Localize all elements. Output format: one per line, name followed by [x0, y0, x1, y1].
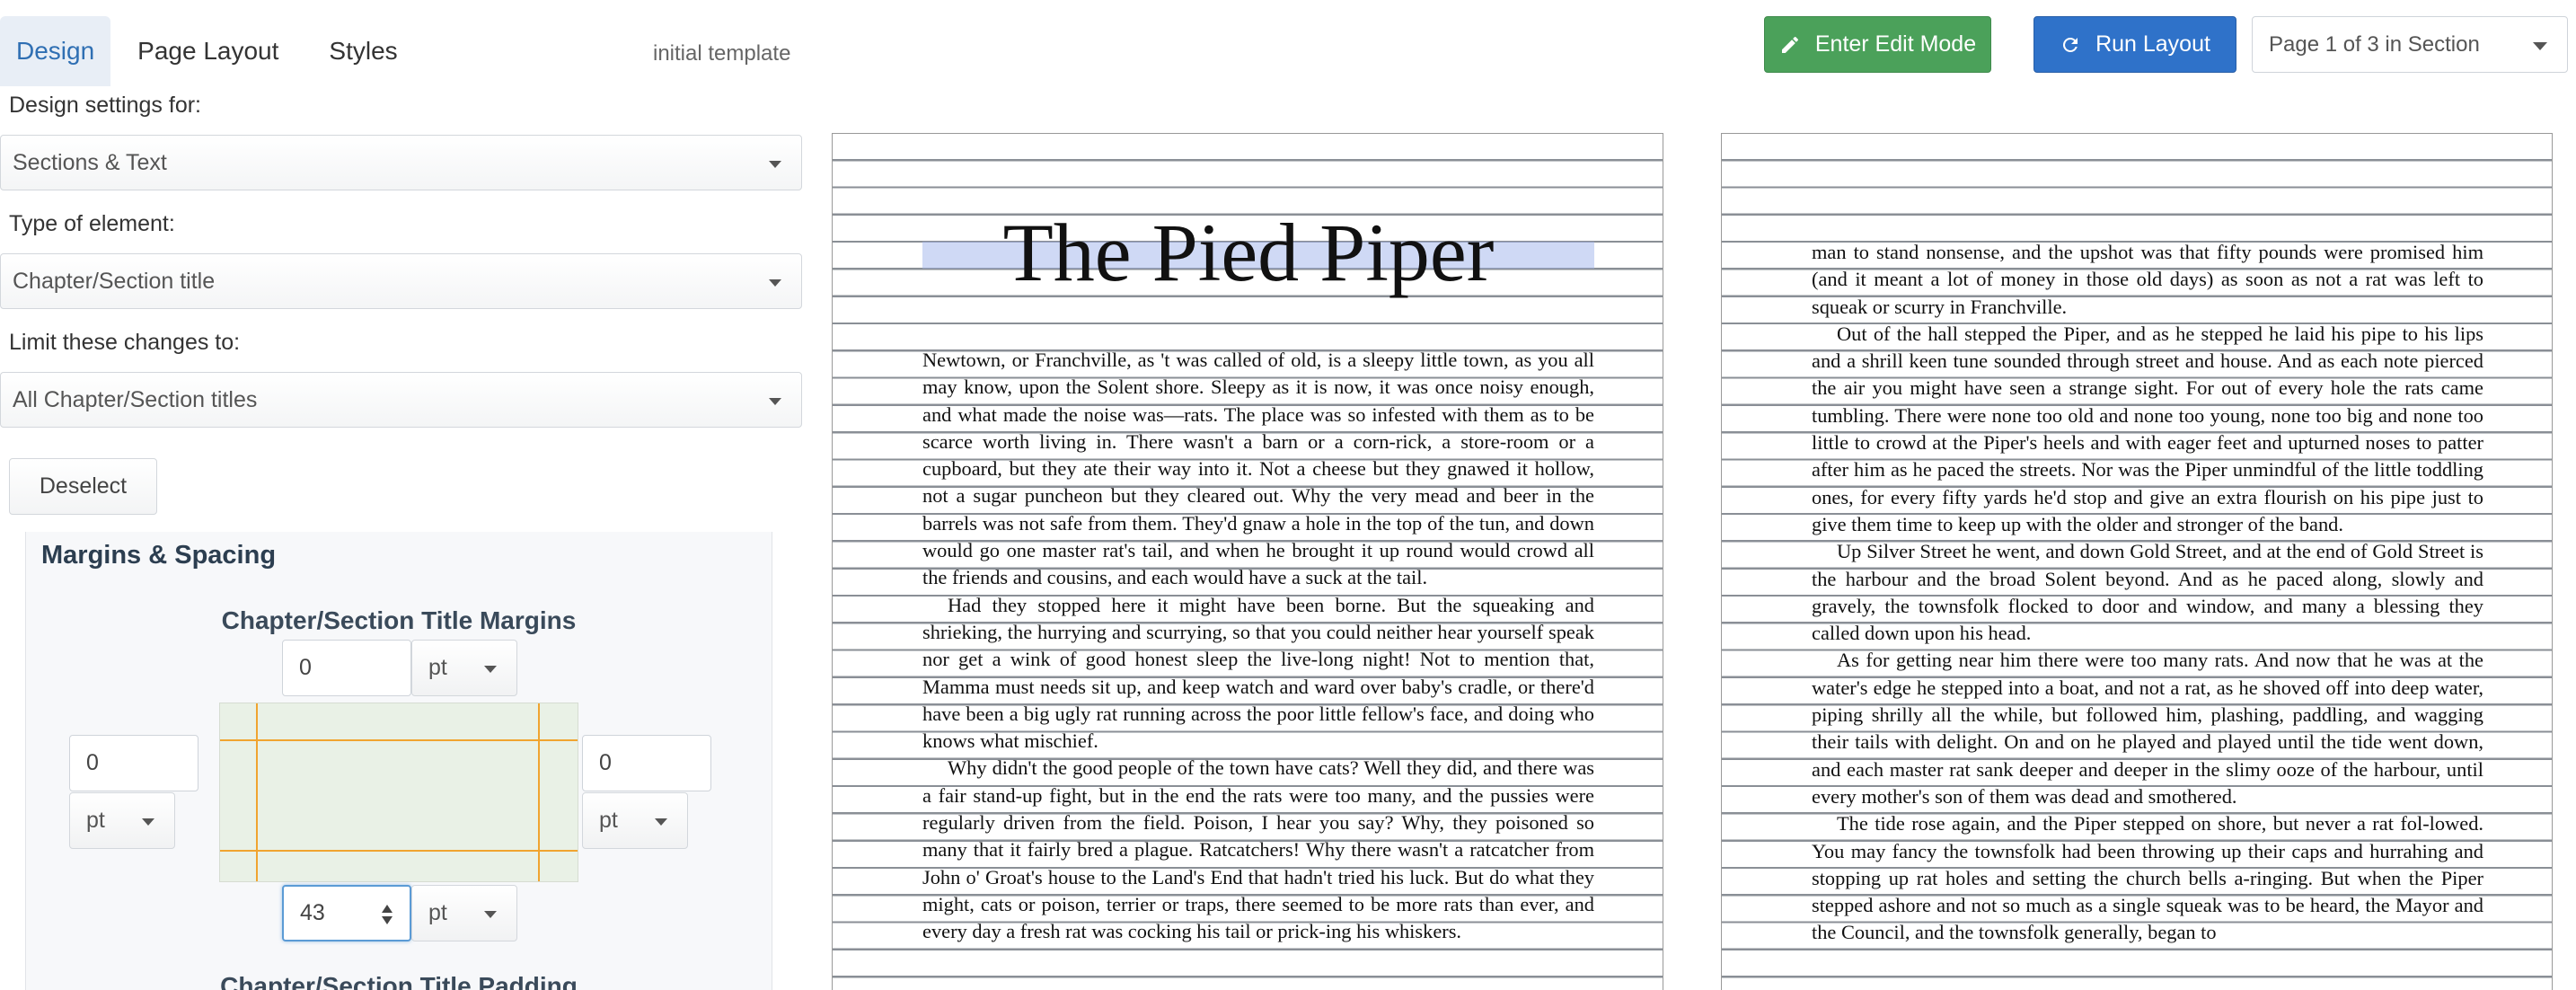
right-margin-unit: pt [599, 808, 618, 833]
left-margin-guide [256, 703, 258, 881]
body-paragraph: Newtown, or Franchville, as 't was calle… [922, 349, 1594, 589]
title-padding-heading: Chapter/Section Title Padding [220, 972, 578, 990]
left-margin-unit: pt [86, 808, 105, 833]
top-margin-input[interactable]: 0 [282, 640, 411, 696]
element-type-value: Chapter/Section title [13, 268, 216, 294]
run-layout-label: Run Layout [2095, 31, 2210, 57]
document-page-left: The Pied Piper Newtown, or Franchville, … [832, 133, 1663, 990]
margins-spacing-heading: Margins & Spacing [41, 541, 277, 570]
template-name-label: initial template [653, 41, 791, 66]
document-page-right: man to stand nonsense, and the upshot wa… [1721, 133, 2553, 990]
top-margin-unit: pt [428, 655, 447, 680]
title-margins-heading: Chapter/Section Title Margins [221, 606, 577, 634]
bottom-margin-unit-select[interactable]: pt [411, 885, 517, 941]
body-paragraph: Why didn't the good people of the town h… [922, 756, 1594, 943]
limit-changes-value: All Chapter/Section titles [13, 386, 258, 412]
body-paragraph: Up Silver Street he went, and down Gold … [1812, 540, 2483, 645]
limit-changes-select[interactable]: All Chapter/Section titles [0, 372, 802, 428]
tab-design[interactable]: Design [0, 16, 111, 86]
right-margin-unit-select[interactable]: pt [582, 792, 688, 849]
chevron-down-icon [769, 161, 781, 168]
chevron-down-icon [769, 398, 781, 405]
deselect-button[interactable]: Deselect [9, 458, 157, 515]
page-selector-value: Page 1 of 3 in Section [2269, 31, 2480, 57]
refresh-icon [2063, 37, 2078, 52]
chevron-down-icon [142, 818, 154, 826]
tab-styles[interactable]: Styles [313, 16, 413, 86]
enter-edit-mode-label: Enter Edit Mode [1814, 31, 1977, 57]
chevron-down-icon [655, 818, 667, 826]
stepper-icon[interactable] [381, 903, 393, 926]
pencil-icon [1781, 36, 1798, 53]
tab-page-layout[interactable]: Page Layout [121, 16, 295, 86]
body-paragraph: Had they stopped here it might have been… [922, 593, 1594, 753]
design-settings-value: Sections & Text [13, 149, 167, 175]
chevron-down-icon [2533, 42, 2547, 50]
left-margin-unit-select[interactable]: pt [69, 792, 175, 849]
chevron-down-icon [484, 666, 497, 673]
chapter-title[interactable]: The Pied Piper [833, 211, 1663, 294]
enter-edit-mode-button[interactable]: Enter Edit Mode [1764, 16, 1991, 73]
left-margin-value: 0 [86, 750, 99, 775]
top-margin-guide [220, 739, 578, 741]
top-margin-value: 0 [299, 655, 312, 680]
bottom-margin-value: 43 [300, 900, 325, 925]
body-paragraph: As for getting near him there were too m… [1812, 649, 2483, 808]
bottom-margin-unit: pt [428, 900, 447, 925]
limit-changes-label: Limit these changes to: [9, 330, 241, 355]
body-paragraph: man to stand nonsense, and the upshot wa… [1812, 241, 2483, 318]
page-selector-dropdown[interactable]: Page 1 of 3 in Section [2252, 16, 2568, 73]
bottom-margin-guide [220, 850, 578, 852]
bottom-margin-input[interactable]: 43 [282, 885, 411, 941]
chevron-down-icon [484, 911, 497, 918]
body-paragraph: The tide rose again, and the Piper stepp… [1812, 812, 2483, 944]
element-type-label: Type of element: [9, 211, 175, 236]
left-page-body: Newtown, or Franchville, as 't was calle… [922, 347, 1594, 946]
right-margin-guide [538, 703, 540, 881]
top-margin-unit-select[interactable]: pt [411, 640, 517, 696]
chevron-down-icon [769, 279, 781, 287]
right-margin-input[interactable]: 0 [582, 735, 711, 791]
design-settings-select[interactable]: Sections & Text [0, 135, 802, 190]
right-margin-value: 0 [599, 750, 612, 775]
run-layout-button[interactable]: Run Layout [2033, 16, 2236, 73]
element-type-select[interactable]: Chapter/Section title [0, 253, 802, 309]
right-page-body: man to stand nonsense, and the upshot wa… [1812, 239, 2483, 947]
body-paragraph: Out of the hall stepped the Piper, and a… [1812, 322, 2483, 535]
design-tabs: Design Page Layout Styles [0, 16, 414, 86]
left-margin-input[interactable]: 0 [69, 735, 198, 791]
margin-preview-box [219, 703, 578, 882]
design-settings-label: Design settings for: [9, 93, 201, 118]
